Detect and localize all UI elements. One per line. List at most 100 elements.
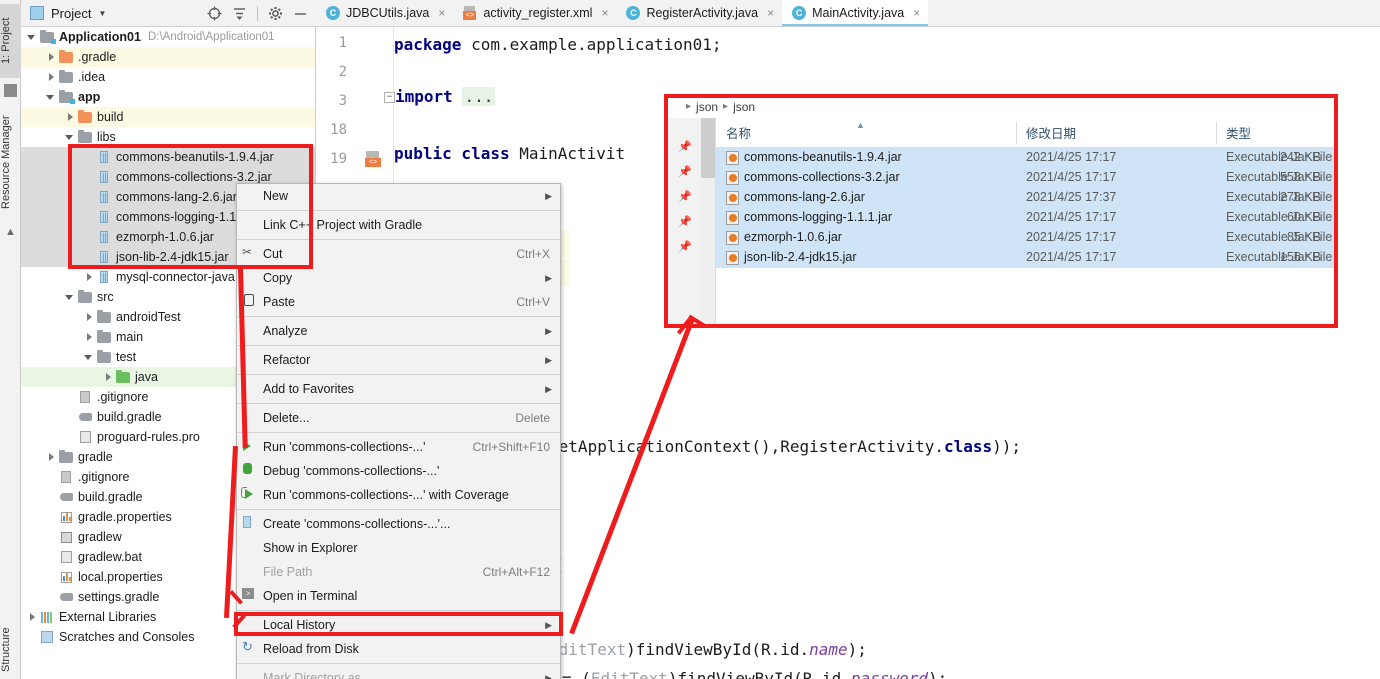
tree-twisty-icon[interactable]: [46, 452, 57, 463]
menu-item-copy[interactable]: Copy ▶: [237, 266, 560, 290]
editor-tab-mainactivity-java[interactable]: C MainActivity.java ×: [782, 0, 929, 26]
explorer-rows[interactable]: commons-beanutils-1.9.4.jar 2021/4/25 17:…: [716, 148, 1336, 268]
menu-item-label: Paste: [263, 295, 295, 309]
tree-twisty-icon[interactable]: [84, 352, 95, 363]
tree-twisty-icon[interactable]: [84, 312, 95, 323]
explorer-file-row[interactable]: json-lib-2.4-jdk15.jar 2021/4/25 17:17 Exe…: [716, 248, 1336, 268]
close-icon[interactable]: ×: [601, 6, 608, 20]
tree-item-label: gradle.properties: [78, 510, 172, 524]
tree-twisty-icon[interactable]: [27, 32, 38, 43]
explorer-breadcrumb[interactable]: ▸ json ▸ json: [666, 96, 1336, 118]
close-icon[interactable]: ×: [438, 6, 445, 20]
menu-item-add-to-favorites[interactable]: Add to Favorites ▶: [237, 377, 560, 401]
tree-item-label: ezmorph-1.0.6.jar: [116, 230, 214, 244]
menu-item-debug-commons-collections[interactable]: Debug 'commons-collections-...': [237, 459, 560, 483]
menu-item-show-in-explorer[interactable]: Show in Explorer: [237, 536, 560, 560]
tree-twisty-icon[interactable]: [84, 272, 95, 283]
explorer-column-headers[interactable]: 名称▲修改日期类型大小: [716, 118, 1336, 148]
explorer-nav-pane[interactable]: 📌 📌 📌 📌 📌: [666, 118, 716, 325]
tree-twisty-icon[interactable]: [46, 52, 57, 63]
explorer-file-list[interactable]: 名称▲修改日期类型大小 commons-beanutils-1.9.4.jar2…: [716, 118, 1336, 325]
tree-twisty-icon[interactable]: [27, 612, 38, 623]
explorer-file-row[interactable]: ezmorph-1.0.6.jar 2021/4/25 17:17 Executab…: [716, 228, 1336, 248]
chevron-right-icon: ▶: [545, 619, 552, 630]
java-class-icon: C: [326, 5, 340, 20]
project-toolbar-actions: [207, 5, 316, 21]
menu-item-link-c-project-with-gradle[interactable]: Link C++ Project with Gradle: [237, 213, 560, 237]
menu-item-local-history[interactable]: Local History ▶: [237, 613, 560, 637]
tree-twisty-icon[interactable]: [65, 292, 76, 303]
tool-window-button-structure[interactable]: Structure: [0, 620, 21, 679]
editor-tab-jdbcutils-java[interactable]: C JDBCUtils.java ×: [316, 0, 453, 26]
menu-item-run-commons-collections[interactable]: Run 'commons-collections-...' Ctrl+Shift+…: [237, 435, 560, 459]
explorer-file-row[interactable]: commons-collections-3.2.jar 2021/4/25 17:…: [716, 168, 1336, 188]
scrollbar-thumb[interactable]: [701, 118, 715, 178]
explorer-column-header-2[interactable]: 类型: [1226, 123, 1251, 142]
tool-window-button-project[interactable]: 1: Project: [0, 4, 21, 78]
editor-tab-bar[interactable]: CJDBCUtils.java×activity_register.xml×CR…: [316, 0, 1380, 27]
close-icon[interactable]: ×: [913, 6, 920, 20]
pin-icon[interactable]: 📌: [678, 140, 692, 153]
gradle-file-icon: [78, 410, 93, 424]
menu-item-create-commons-collections[interactable]: Create 'commons-collections-...'...: [237, 512, 560, 536]
column-divider[interactable]: [1216, 122, 1217, 144]
pin-icon[interactable]: 📌: [678, 215, 692, 228]
explorer-file-row[interactable]: commons-lang-2.6.jar 2021/4/25 17:37 Execu…: [716, 188, 1336, 208]
menu-item-cut[interactable]: ✂ Cut Ctrl+X: [237, 242, 560, 266]
tool-window-button-resource-manager[interactable]: Resource Manager: [0, 104, 21, 220]
menu-item-run-commons-collections-with-coverage[interactable]: Run 'commons-collections-...' with Cover…: [237, 483, 560, 507]
column-divider[interactable]: [1016, 122, 1017, 144]
fold-toggle-icon[interactable]: −: [384, 92, 395, 103]
menu-item-analyze[interactable]: Analyze ▶: [237, 319, 560, 343]
close-icon[interactable]: ×: [767, 6, 774, 20]
tree-twisty-icon[interactable]: [46, 72, 57, 83]
pin-icon[interactable]: 📌: [678, 240, 692, 253]
explorer-file-row[interactable]: commons-beanutils-1.9.4.jar 2021/4/25 17:…: [716, 148, 1336, 168]
project-context-menu[interactable]: New ▶ Link C++ Project with Gradle ✂ Cut Ctrl…: [236, 183, 561, 679]
tree-item-build[interactable]: build: [21, 107, 315, 127]
explorer-file-row[interactable]: commons-logging-1.1.1.jar 2021/4/25 17:17…: [716, 208, 1336, 228]
menu-item-paste[interactable]: Paste Ctrl+V: [237, 290, 560, 314]
menu-item-new[interactable]: New ▶: [237, 184, 560, 208]
breadcrumb-segment[interactable]: json: [733, 100, 755, 114]
tree-twisty-icon[interactable]: [65, 132, 76, 143]
pin-icon[interactable]: 📌: [678, 190, 692, 203]
tree-item-app[interactable]: app: [21, 87, 315, 107]
layout-preview-icon[interactable]: <>: [365, 151, 382, 168]
collapse-all-icon[interactable]: [232, 6, 247, 21]
tree-item--idea[interactable]: .idea: [21, 67, 315, 87]
jar-icon: [97, 170, 112, 184]
editor-tab-activity-register-xml[interactable]: activity_register.xml ×: [453, 0, 616, 26]
menu-item-delete[interactable]: Delete... Delete: [237, 406, 560, 430]
tree-twisty-icon[interactable]: [65, 112, 76, 123]
tree-item-label: mysql-connector-java: [116, 270, 235, 284]
file-explorer-window[interactable]: ▸ json ▸ json 📌 📌 📌 📌 📌 名称▲修改日期类型大小 comm…: [666, 96, 1336, 325]
editor-tab-registeractivity-java[interactable]: C RegisterActivity.java ×: [616, 0, 782, 26]
menu-item-refactor[interactable]: Refactor ▶: [237, 348, 560, 372]
tree-twisty-icon[interactable]: [84, 332, 95, 343]
gear-icon[interactable]: [268, 6, 283, 21]
tree-item-commons-beanutils-1-9-4-jar[interactable]: commons-beanutils-1.9.4.jar: [21, 147, 315, 167]
chevron-down-icon[interactable]: ▼: [98, 9, 106, 18]
menu-item-reload-from-disk[interactable]: ↻ Reload from Disk: [237, 637, 560, 661]
menu-item-label: Open in Terminal: [263, 589, 358, 603]
tree-item-libs[interactable]: libs: [21, 127, 315, 147]
menu-item-open-in-terminal[interactable]: > Open in Terminal: [237, 584, 560, 608]
editor-error-stripe[interactable]: [1368, 27, 1380, 679]
jar-icon: [97, 150, 112, 164]
tree-item--gradle[interactable]: .gradle: [21, 47, 315, 67]
project-strip-icon: [4, 84, 17, 97]
menu-separator: [237, 509, 560, 510]
target-locate-icon[interactable]: [207, 6, 222, 21]
tree-twisty-icon[interactable]: [46, 92, 57, 103]
explorer-nav-scrollbar[interactable]: [701, 118, 715, 325]
breadcrumb-segment[interactable]: json: [696, 100, 718, 114]
tree-item-application01[interactable]: Application01 D:\Android\Application01: [21, 27, 315, 47]
tree-twisty-icon[interactable]: [103, 372, 114, 383]
explorer-column-header-0[interactable]: 名称: [726, 123, 751, 142]
menu-item-label: Debug 'commons-collections-...': [263, 464, 440, 478]
pin-icon[interactable]: 📌: [678, 165, 692, 178]
minimize-icon[interactable]: [293, 6, 308, 21]
explorer-column-header-1[interactable]: 修改日期: [1026, 123, 1076, 142]
